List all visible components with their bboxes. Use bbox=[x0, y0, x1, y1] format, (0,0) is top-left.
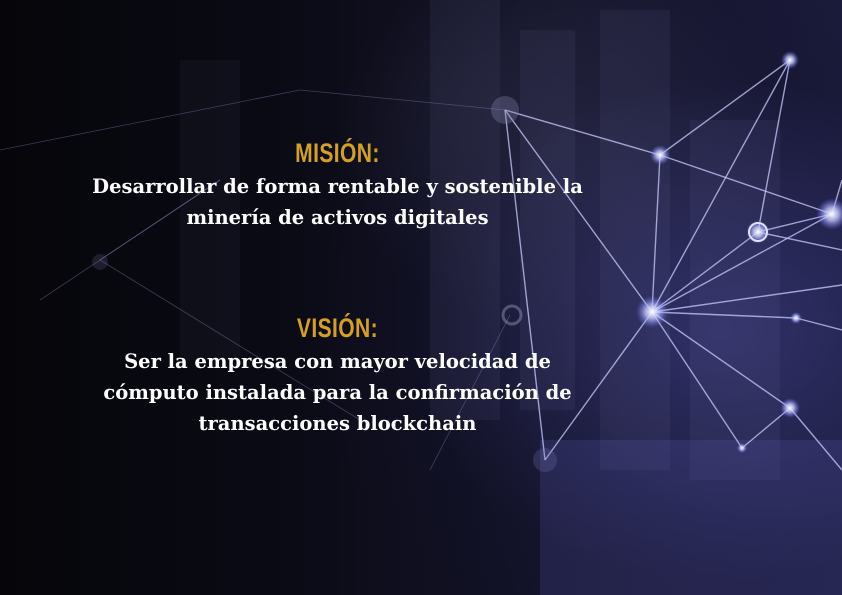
mission-line: minería de activos digitales bbox=[186, 206, 489, 229]
mission-heading: MISIÓN: bbox=[295, 138, 380, 168]
vision-line: cómputo instalada para la confirmación d… bbox=[103, 381, 572, 404]
vision-section: VISIÓN: Ser la empresa con mayor velocid… bbox=[0, 313, 675, 439]
vision-heading: VISIÓN: bbox=[296, 313, 379, 343]
vision-line: transacciones blockchain bbox=[198, 412, 477, 435]
mission-line: Desarrollar de forma rentable y sostenib… bbox=[92, 175, 583, 198]
blockchain-network-graphic bbox=[0, 51, 842, 472]
mission-text: Desarrollar de forma rentable y sostenib… bbox=[0, 171, 675, 233]
mission-section: MISIÓN: Desarrollar de forma rentable y … bbox=[0, 138, 675, 233]
vision-text: Ser la empresa con mayor velocidad de có… bbox=[0, 346, 675, 439]
vision-line: Ser la empresa con mayor velocidad de bbox=[124, 350, 551, 373]
